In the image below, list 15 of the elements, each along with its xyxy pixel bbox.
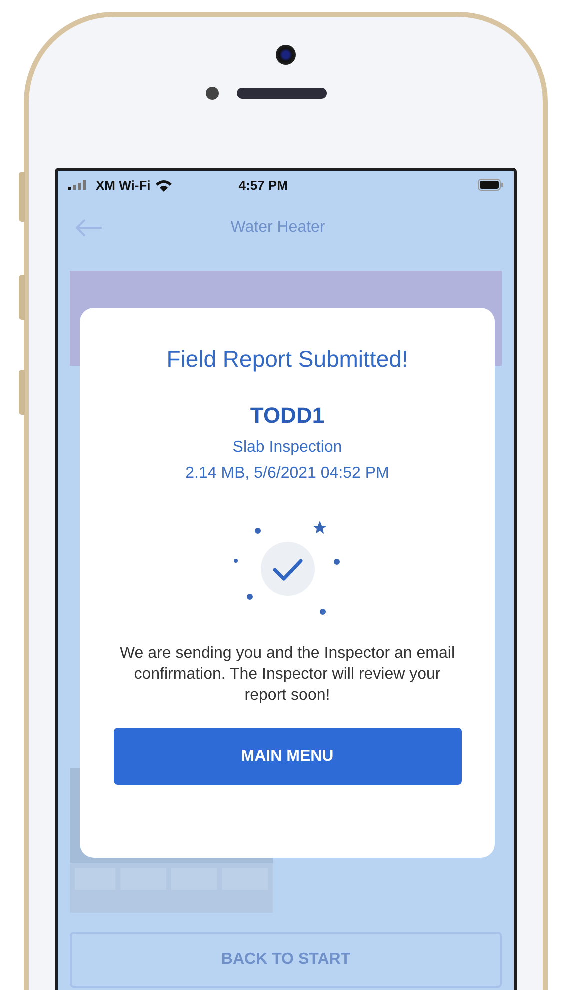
speaker-icon (236, 88, 326, 99)
main-menu-button[interactable]: MAIN MENU (114, 728, 462, 785)
sensor-icon (206, 87, 218, 100)
camera-icon (276, 45, 296, 65)
carrier-name: XM Wi-Fi (96, 178, 151, 192)
screen-title: Water Heater (230, 218, 326, 236)
report-details: 2.14 MB, 5/6/2021 04:52 PM (186, 464, 390, 484)
confirmation-message: We are sending you and the Inspector an email confirmation. The Inspector will review your report soon! (118, 644, 456, 706)
dialog-title: Field Report Submitted! (166, 346, 408, 373)
wifi-icon (154, 178, 173, 192)
back-arrow-icon[interactable] (74, 218, 104, 238)
battery-icon (478, 179, 504, 191)
report-type: Slab Inspection (232, 438, 342, 458)
report-name: TODD1 (250, 403, 325, 429)
status-time: 4:57 PM (238, 178, 289, 192)
